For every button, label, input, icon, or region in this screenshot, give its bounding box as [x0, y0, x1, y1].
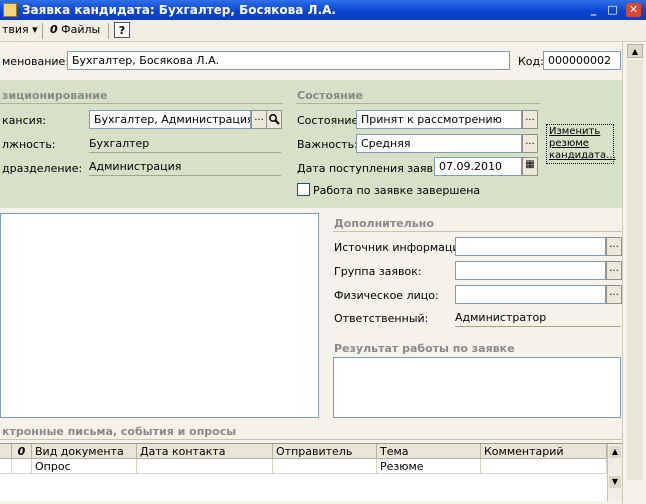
person-select-button[interactable]: ... — [606, 285, 622, 304]
table-cell-contact-date[interactable] — [137, 459, 273, 474]
scroll-track[interactable] — [627, 60, 643, 480]
chevron-down-icon: ▾ — [32, 23, 38, 36]
person-label: Физическое лицо: — [334, 289, 439, 302]
column-header-subject[interactable]: Тема — [377, 444, 481, 459]
scroll-up-icon[interactable]: ▲ — [627, 44, 643, 58]
section-divider — [333, 231, 621, 232]
column-header-doc-type[interactable]: Вид документа — [32, 444, 137, 459]
state-section-title: Состояние — [297, 89, 363, 102]
files-button[interactable]: 0 Файлы — [50, 23, 100, 36]
table-cell-doc-type[interactable]: Опрос — [32, 459, 137, 474]
paperclip-icon: 0 — [12, 444, 32, 459]
table-row-marker[interactable] — [0, 459, 12, 474]
minimize-button[interactable]: _ — [586, 3, 601, 17]
vacancy-label: кансия: — [2, 114, 47, 127]
status-label: Состояние: — [297, 114, 363, 127]
section-divider — [0, 103, 283, 104]
window-titlebar: Заявка кандидата: Бухгалтер, Босякова Л.… — [0, 0, 646, 20]
importance-label: Важность: — [297, 138, 358, 151]
position-value: Бухгалтер — [89, 137, 281, 153]
vacancy-field[interactable]: Бухгалтер, Администрация — [89, 110, 251, 129]
letters-section-title: ктронные письма, события и опросы — [2, 425, 237, 438]
name-field[interactable]: Бухгалтер, Босякова Л.А. — [67, 51, 510, 70]
scroll-down-icon[interactable]: ▼ — [609, 476, 621, 488]
source-select-button[interactable]: ... — [606, 237, 622, 256]
search-icon[interactable] — [266, 110, 282, 129]
status-select-button[interactable]: ... — [522, 110, 538, 129]
group-field[interactable] — [455, 261, 606, 280]
maximize-button[interactable]: □ — [605, 3, 620, 17]
table-cell-subject[interactable]: Резюме — [377, 459, 481, 474]
date-field[interactable]: 07.09.2010 — [434, 157, 522, 176]
calendar-icon[interactable]: ▦ — [522, 157, 538, 176]
position-label: лжность: — [2, 138, 56, 151]
additional-section-title: Дополнительно — [334, 217, 434, 230]
group-select-button[interactable]: ... — [606, 261, 622, 280]
section-divider — [296, 103, 540, 104]
window-scrollbar[interactable]: ▲ — [622, 42, 646, 504]
table-cell[interactable] — [12, 459, 32, 474]
positioning-section-title: зиционирование — [2, 89, 108, 102]
responsible-label: Ответственный: — [334, 312, 429, 325]
window-title: Заявка кандидата: Бухгалтер, Босякова Л.… — [22, 3, 336, 17]
code-label: Код: — [518, 55, 544, 68]
importance-select-button[interactable]: ... — [522, 134, 538, 153]
help-button[interactable]: ? — [114, 22, 130, 38]
source-field[interactable] — [455, 237, 606, 256]
section-divider — [0, 439, 622, 440]
toolbar-divider — [108, 23, 109, 39]
vacancy-select-button[interactable]: ... — [251, 110, 267, 129]
paperclip-icon: 0 — [50, 23, 58, 36]
notes-area[interactable] — [0, 213, 319, 418]
column-header-sender[interactable]: Отправитель — [273, 444, 377, 459]
table-scrollbar[interactable]: ▲ ▼ — [607, 444, 622, 501]
table-cell-sender[interactable] — [273, 459, 377, 474]
person-field[interactable] — [455, 285, 606, 304]
result-section-title: Результат работы по заявке — [334, 342, 515, 355]
responsible-value: Администратор — [455, 311, 621, 327]
close-button[interactable]: ✕ — [626, 3, 641, 17]
department-label: дразделение: — [2, 162, 83, 175]
work-done-label: Работа по заявке завершена — [313, 184, 481, 197]
name-label: менование: — [2, 55, 70, 68]
column-header-contact-date[interactable]: Дата контакта — [137, 444, 273, 459]
actions-menu-label: твия — [2, 23, 29, 36]
app-icon — [3, 3, 17, 17]
group-label: Группа заявок: — [334, 265, 422, 278]
actions-menu[interactable]: твия ▾ — [2, 23, 38, 36]
change-resume-link[interactable]: Изменить резюме кандидата... — [546, 124, 616, 164]
scroll-up-icon[interactable]: ▲ — [609, 446, 621, 458]
code-field[interactable]: 000000002 — [543, 51, 621, 70]
importance-field[interactable]: Средняя — [356, 134, 522, 153]
letters-table[interactable]: 0 Вид документа Дата контакта Отправител… — [0, 443, 622, 501]
table-header-cell — [0, 444, 12, 459]
toolbar-divider — [42, 23, 43, 39]
column-header-comment[interactable]: Комментарий — [481, 444, 607, 459]
date-label: Дата поступления заявки: — [297, 162, 451, 175]
toolbar: твия ▾ 0 Файлы ? — [0, 20, 646, 42]
department-value: Администрация — [89, 160, 281, 176]
work-done-checkbox[interactable] — [297, 183, 310, 196]
table-cell-comment[interactable] — [481, 459, 607, 474]
source-label: Источник информации: — [334, 241, 471, 254]
status-field[interactable]: Принят к рассмотрению — [356, 110, 522, 129]
result-area[interactable] — [333, 357, 621, 418]
files-label: Файлы — [61, 23, 101, 36]
